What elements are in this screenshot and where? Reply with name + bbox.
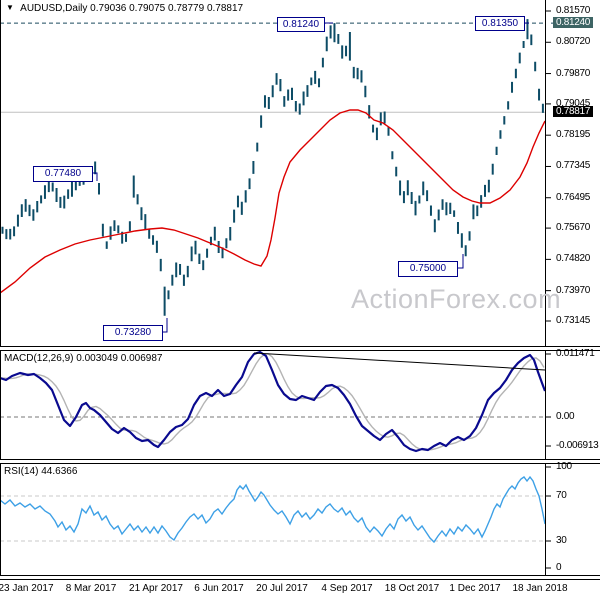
macd-axis-label: -0.006913 [556,440,599,451]
date-axis-label: 18 Jan 2018 [512,583,568,594]
ohlc-values: 0.79036 0.79075 0.78779 0.78817 [90,3,244,14]
annotation-box[interactable]: 0.81240 [277,17,325,32]
symbol-timeframe-label: AUDUSD,Daily [20,3,88,14]
price-axis-label: 0.74820 [556,253,591,264]
price-axis-label: 0.79870 [556,68,591,79]
annotation-box[interactable]: 0.75000 [398,261,458,277]
price-axis-label: 0.80720 [556,36,591,47]
macd-label: MACD(12,26,9) 0.003049 0.006987 [4,353,163,364]
rsi-axis-label: 70 [556,490,567,501]
price-axis-label: 0.81240 [553,17,594,28]
price-axis-label: 0.78195 [556,129,591,140]
date-axis-label: 1 Dec 2017 [449,583,501,594]
annotation-box[interactable]: 0.73280 [103,325,163,341]
price-axis-label: 0.73970 [556,285,591,296]
rsi-axis-label: 30 [556,535,567,546]
date-axis-label: 18 Oct 2017 [384,583,440,594]
rsi-axis-label: 100 [556,461,572,472]
price-axis-label: 0.73145 [556,315,591,326]
date-axis-label: 20 Jul 2017 [256,583,308,594]
date-axis-label: 21 Apr 2017 [129,583,183,594]
price-axis-label: 0.75670 [556,222,591,233]
pane-separator[interactable] [0,346,600,351]
rsi-label: RSI(14) 44.6366 [4,466,78,477]
annotation-box[interactable]: 0.81350 [475,16,525,31]
pane-separator[interactable] [0,459,600,464]
chevron-down-icon[interactable]: ▼ [6,3,14,12]
price-axis-label: 0.77345 [556,160,591,171]
macd-line [0,350,547,453]
date-axis-label: 6 Jun 2017 [194,583,244,594]
date-axis-label: 4 Sep 2017 [321,583,373,594]
rsi-axis-label: 0 [556,562,562,573]
date-axis-label: 23 Jan 2017 [0,583,54,594]
rsi-line [0,475,546,544]
pane-separator[interactable] [0,575,600,580]
date-axis-label: 8 Mar 2017 [65,583,117,594]
annotation-box[interactable]: 0.77480 [33,166,93,182]
chart-title: ▼ AUDUSD,Daily 0.79036 0.79075 0.78779 0… [6,3,243,14]
macd-axis-label: 0.011471 [556,348,595,359]
price-axis-label: 0.81570 [556,5,591,16]
price-axis-label: 0.76495 [556,192,591,203]
watermark: ActionForex.com [351,284,562,314]
macd-axis-label: 0.00 [556,411,575,422]
macd-trendline [253,352,546,371]
chart-window: ActionForex.com ▼ AUDUSD,Daily 0.79036 0… [0,0,600,600]
price-axis-label: 0.78817 [553,106,594,117]
